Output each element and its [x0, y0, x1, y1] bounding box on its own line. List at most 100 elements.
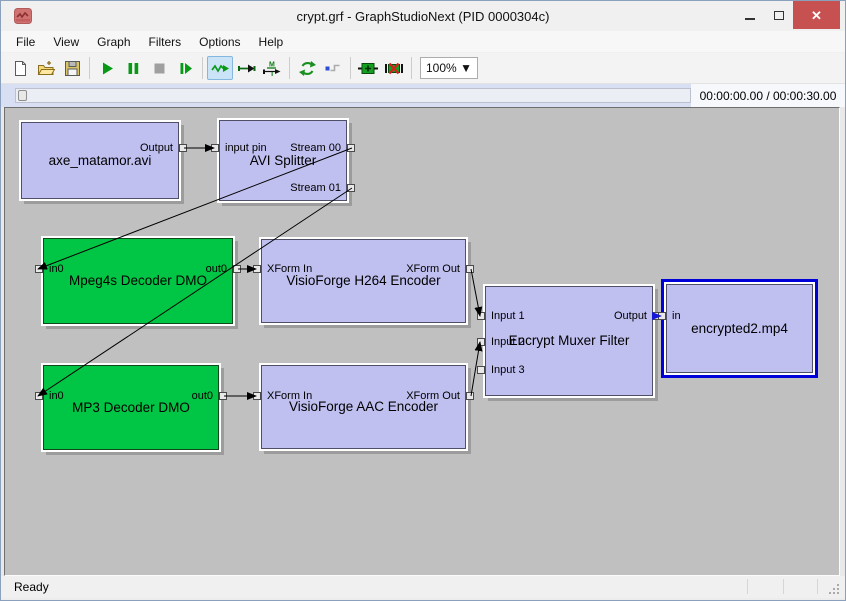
open-file-button[interactable]: [33, 56, 59, 80]
zoom-value: 100%: [426, 61, 457, 75]
intelligent-connect-button[interactable]: [207, 56, 233, 80]
seek-slider[interactable]: [15, 88, 691, 103]
refresh-button[interactable]: [294, 56, 320, 80]
filter-title: axe_matamor.avi: [22, 153, 178, 168]
toolbar-separator: [202, 57, 203, 79]
stop-button[interactable]: [146, 56, 172, 80]
play-icon: [100, 61, 115, 76]
pin[interactable]: [477, 366, 485, 374]
insert-filter-icon: [358, 61, 378, 76]
pin-label: Input 2: [491, 336, 525, 348]
filter-title: VisioForge H264 Encoder: [262, 273, 465, 288]
intelligent-connect-icon: [211, 61, 230, 76]
pin[interactable]: [477, 312, 485, 320]
filter-node-enc2[interactable]: encrypted2.mp4in: [666, 284, 813, 373]
pin-label: out0: [192, 390, 213, 402]
minimize-button[interactable]: [735, 1, 764, 29]
save-button[interactable]: [59, 56, 85, 80]
statusbar-separator: [783, 579, 784, 594]
menu-filters[interactable]: Filters: [140, 33, 191, 51]
time-display: 00:00:00.00 / 00:00:30.00: [700, 89, 837, 103]
pin-label: input pin: [225, 142, 267, 154]
maximize-button[interactable]: [764, 1, 793, 29]
menu-options[interactable]: Options: [190, 33, 249, 51]
stop-icon: [152, 61, 167, 76]
toolbar-separator: [289, 57, 290, 79]
minimize-icon: [745, 18, 755, 20]
save-icon: [64, 60, 81, 77]
toolbar-separator: [89, 57, 90, 79]
graph-canvas[interactable]: axe_matamor.aviOutputAVI Splitterinput p…: [4, 107, 840, 576]
pause-button[interactable]: [120, 56, 146, 80]
pin-label: XForm Out: [406, 263, 460, 275]
insert-filter-button[interactable]: [355, 56, 381, 80]
connection-line[interactable]: [471, 269, 480, 316]
new-document-icon: [12, 60, 29, 77]
menu-graph[interactable]: Graph: [88, 33, 139, 51]
filter-node-aac[interactable]: VisioForge AAC EncoderXForm InXForm Out: [261, 365, 466, 449]
pin[interactable]: [466, 265, 474, 273]
menubar: File View Graph Filters Options Help: [1, 31, 845, 53]
filter-node-h264[interactable]: VisioForge H264 EncoderXForm In XForm Out: [261, 239, 466, 323]
pin[interactable]: [477, 338, 485, 346]
toolbar-separator: [350, 57, 351, 79]
pin-label: Output: [614, 310, 647, 322]
filter-node-splitter[interactable]: AVI Splitterinput pinStream 00Stream 01: [219, 120, 347, 201]
status-text: Ready: [1, 580, 49, 594]
menu-view[interactable]: View: [44, 33, 88, 51]
refresh-icon: [299, 60, 316, 77]
direct-connect-icon: [237, 61, 256, 76]
window-title: crypt.grf - GraphStudioNext (PID 0000304…: [1, 9, 845, 24]
pin-label: Output: [140, 142, 173, 154]
statusbar: Ready: [1, 576, 845, 598]
statusbar-separator: [747, 579, 748, 594]
pin-label: XForm In: [267, 390, 312, 402]
maximize-icon: [774, 11, 784, 20]
open-file-icon: [37, 60, 55, 77]
direct-connect-button[interactable]: [233, 56, 259, 80]
pin-label: in0: [49, 390, 64, 402]
pin-label: Stream 01: [290, 182, 341, 194]
titlebar: crypt.grf - GraphStudioNext (PID 0000304…: [1, 1, 845, 31]
app-window: crypt.grf - GraphStudioNext (PID 0000304…: [0, 0, 846, 601]
filter-node-mpeg4s[interactable]: Mpeg4s Decoder DMOin0out0: [43, 238, 233, 324]
pin-label: XForm In: [267, 263, 312, 275]
seek-thumb[interactable]: [18, 90, 27, 101]
mux-tee-icon: MT: [262, 60, 282, 77]
seekbar-toggle-button[interactable]: [320, 56, 346, 80]
resize-grip[interactable]: [828, 583, 839, 594]
seekbar-toggle-icon: [324, 61, 342, 76]
zoom-select[interactable]: 100% ▼: [420, 57, 478, 79]
remove-filter-icon: [384, 61, 404, 76]
filter-node-mp3[interactable]: MP3 Decoder DMOin0out0: [43, 365, 219, 450]
remove-filter-button[interactable]: [381, 56, 407, 80]
pin-label: in0: [49, 263, 64, 275]
filter-title: AVI Splitter: [220, 153, 346, 168]
toolbar-separator: [411, 57, 412, 79]
seek-row: 00:00:00.00 / 00:00:30.00: [1, 84, 845, 107]
close-button[interactable]: ✕: [793, 1, 840, 29]
toolbar: MT 100% ▼: [1, 53, 845, 84]
caption-buttons: ✕: [735, 1, 840, 29]
filter-node-src[interactable]: axe_matamor.aviOutput: [21, 122, 179, 199]
chevron-down-icon: ▼: [460, 61, 472, 75]
pin[interactable]: [466, 392, 474, 400]
close-icon: ✕: [811, 9, 822, 22]
filter-node-muxer[interactable]: Encrypt Muxer FilterInput 1Input 2Input …: [485, 286, 653, 396]
pin-label: in: [672, 310, 681, 322]
statusbar-separator: [817, 579, 818, 594]
menu-help[interactable]: Help: [250, 33, 293, 51]
step-icon: [178, 61, 193, 76]
time-pane: 00:00:00.00 / 00:00:30.00: [691, 84, 845, 107]
step-button[interactable]: [172, 56, 198, 80]
menu-file[interactable]: File: [7, 33, 44, 51]
play-button[interactable]: [94, 56, 120, 80]
pin-label: XForm Out: [406, 390, 460, 402]
mux-tee-button[interactable]: MT: [259, 56, 285, 80]
pin-label: Input 3: [491, 364, 525, 376]
new-document-button[interactable]: [7, 56, 33, 80]
pin-label: Input 1: [491, 310, 525, 322]
canvas-frame: axe_matamor.aviOutputAVI Splitterinput p…: [1, 107, 845, 576]
filter-title: encrypted2.mp4: [667, 321, 812, 336]
pause-icon: [126, 61, 141, 76]
